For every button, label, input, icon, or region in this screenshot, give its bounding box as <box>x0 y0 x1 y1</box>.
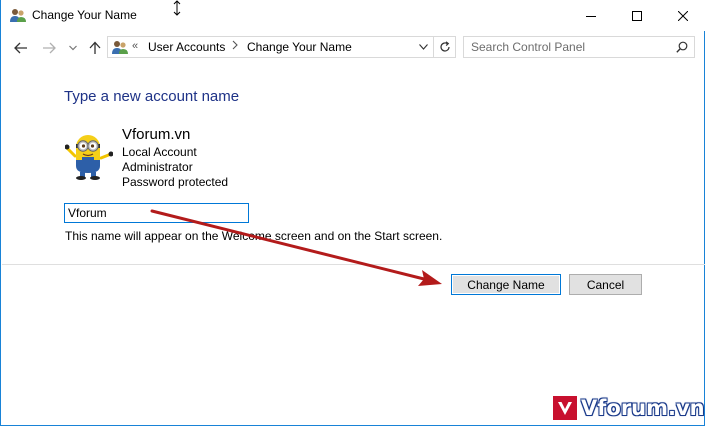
recent-dropdown-icon <box>69 45 77 51</box>
title-bar[interactable]: Change Your Name <box>1 0 706 31</box>
search-input[interactable] <box>471 39 666 55</box>
name-hint-text: This name will appear on the Welcome scr… <box>65 229 443 243</box>
mouse-cursor-icon <box>172 0 182 16</box>
back-button[interactable] <box>11 38 31 58</box>
back-arrow-icon <box>14 42 27 54</box>
chevron-down-icon <box>418 44 428 50</box>
account-security: Password protected <box>122 175 229 189</box>
refresh-icon <box>440 41 450 52</box>
watermark-logo-icon <box>553 396 577 420</box>
forward-button[interactable] <box>39 38 59 58</box>
refresh-button[interactable] <box>433 37 456 57</box>
control-panel-icon <box>111 39 129 55</box>
chevron-right-icon[interactable] <box>232 40 238 53</box>
search-box[interactable] <box>463 36 695 58</box>
new-account-name-field[interactable] <box>64 203 249 223</box>
breadcrumb-user-accounts[interactable]: User Accounts <box>148 40 225 54</box>
cancel-button[interactable]: Cancel <box>569 274 642 295</box>
forward-arrow-icon <box>43 42 56 54</box>
minimize-button[interactable] <box>568 0 614 31</box>
account-type: Local Account <box>122 145 197 159</box>
search-icon[interactable] <box>676 41 688 56</box>
page-heading: Type a new account name <box>64 88 240 105</box>
address-dropdown-button[interactable] <box>413 37 433 57</box>
users-icon <box>9 7 27 23</box>
watermark: Vforum.vn <box>553 394 705 422</box>
close-button[interactable] <box>660 0 706 31</box>
address-bar[interactable]: « User Accounts Change Your Name <box>107 36 456 58</box>
account-role: Administrator <box>122 160 193 174</box>
change-name-button[interactable]: Change Name <box>451 274 561 295</box>
minion-avatar <box>64 130 114 180</box>
window-title: Change Your Name <box>32 8 137 22</box>
up-button[interactable] <box>85 38 105 58</box>
window-frame: Change Your Name « User Accounts Change … <box>0 0 706 426</box>
minimize-icon <box>586 15 596 17</box>
account-name: Vforum.vn <box>122 126 191 143</box>
close-icon <box>678 10 688 21</box>
recent-locations-button[interactable] <box>63 38 83 58</box>
breadcrumb-change-your-name[interactable]: Change Your Name <box>247 40 352 54</box>
maximize-icon <box>632 10 642 21</box>
divider <box>2 264 705 265</box>
up-arrow-icon <box>89 41 101 54</box>
address-overflow[interactable]: « <box>132 40 138 52</box>
maximize-button[interactable] <box>614 0 660 31</box>
watermark-text: Vforum.vn <box>581 396 705 420</box>
